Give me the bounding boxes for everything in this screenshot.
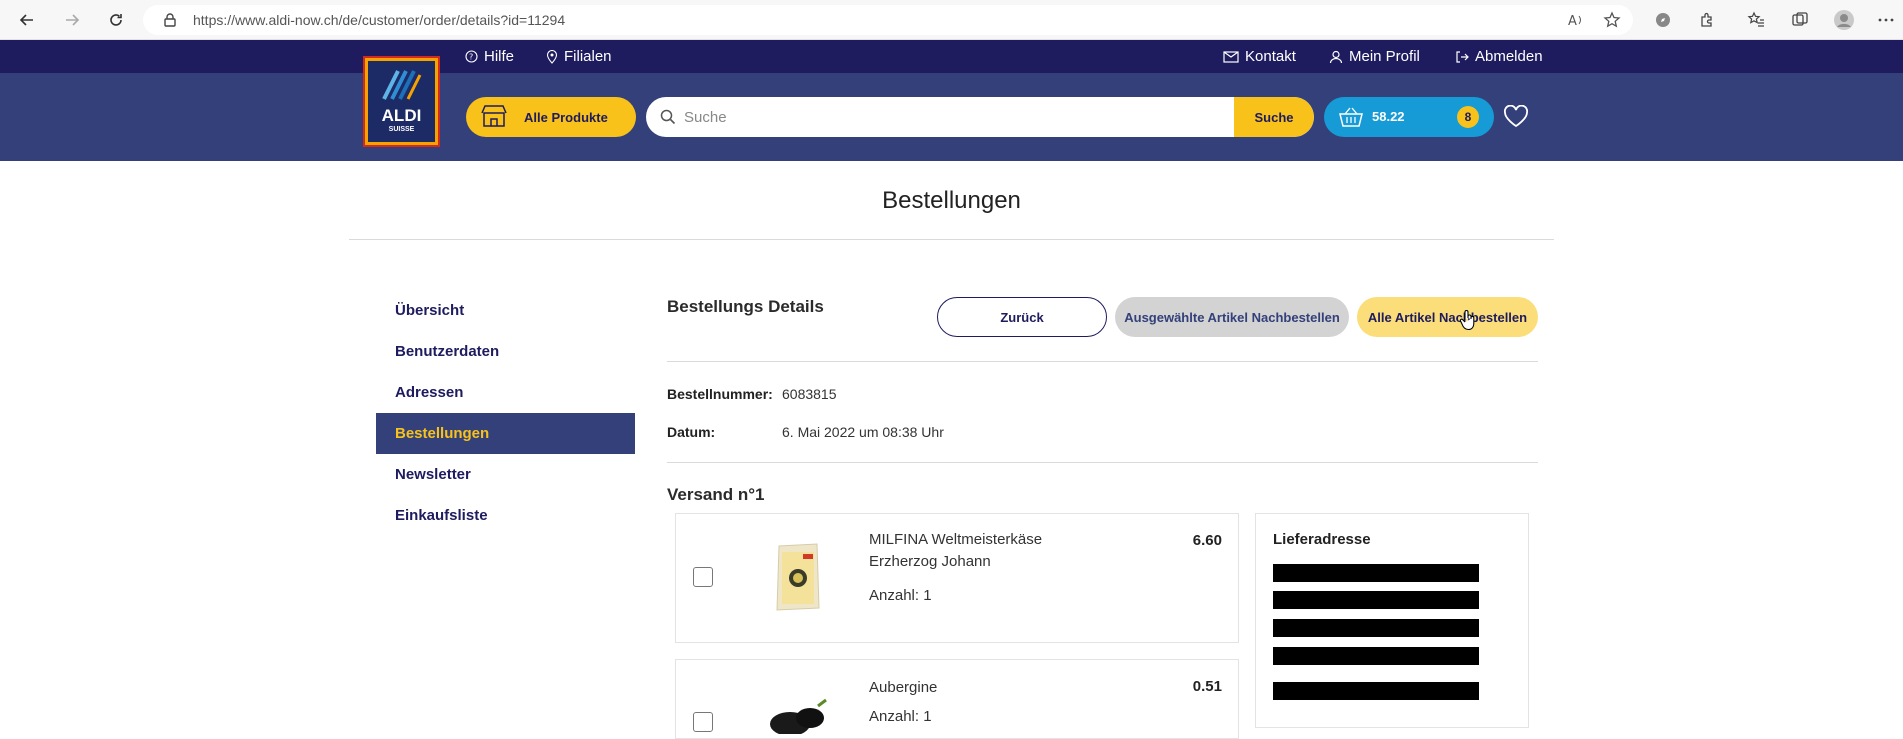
logo-subline: SUISSE <box>388 126 415 133</box>
help-link[interactable]: ? Hilfe <box>465 48 514 65</box>
item-select-checkbox[interactable] <box>693 712 713 732</box>
reorder-all-button[interactable]: Alle Artikel Nachbestellen <box>1357 297 1538 337</box>
aldi-logo[interactable]: ALDI SUISSE <box>363 56 440 147</box>
more-menu-icon[interactable] <box>1874 8 1898 32</box>
search-icon <box>660 109 676 125</box>
sidebar-item-addresses[interactable]: Adressen <box>376 372 635 413</box>
title-divider <box>349 239 1554 240</box>
item-name: Aubergine <box>869 679 938 696</box>
stores-link[interactable]: Filialen <box>546 48 612 65</box>
wishlist-heart-icon[interactable] <box>1503 105 1529 129</box>
details-divider-bottom <box>667 462 1538 463</box>
delivery-address-title: Lieferadresse <box>1273 531 1371 548</box>
reload-icon[interactable] <box>104 8 128 32</box>
item-quantity: Anzahl: 1 <box>869 587 932 604</box>
sidebar-item-orders[interactable]: Bestellungen <box>376 413 635 454</box>
cheese-product-image <box>776 543 820 611</box>
help-label: Hilfe <box>484 48 515 65</box>
envelope-icon <box>1223 50 1239 63</box>
order-number-value: 6083815 <box>782 386 837 402</box>
profile-avatar-icon[interactable] <box>1832 8 1856 32</box>
back-arrow-icon[interactable] <box>15 8 39 32</box>
logo-wordmark: ALDI <box>381 106 422 125</box>
logout-label: Abmelden <box>1475 48 1543 65</box>
logout-link[interactable]: Abmelden <box>1455 48 1543 65</box>
all-products-label: Alle Produkte <box>524 109 608 125</box>
logout-icon <box>1456 50 1469 63</box>
hand-cursor-icon <box>1459 310 1475 331</box>
favorites-list-icon[interactable] <box>1744 8 1768 32</box>
page-title: Bestellungen <box>882 187 1021 214</box>
redacted-address-line <box>1273 564 1479 582</box>
order-details-title: Bestellungs Details <box>667 297 824 316</box>
cart-count-badge: 8 <box>1457 106 1479 128</box>
order-item-card: Aubergine Anzahl: 1 0.51 <box>675 659 1239 739</box>
sidebar-item-overview[interactable]: Übersicht <box>376 290 635 331</box>
item-quantity: Anzahl: 1 <box>869 708 932 725</box>
puzzle-extensions-icon[interactable] <box>1695 8 1719 32</box>
contact-label: Kontakt <box>1245 48 1296 65</box>
shop-icon <box>481 105 507 127</box>
item-price: 0.51 <box>1192 678 1222 695</box>
browser-toolbar: https://www.aldi-now.ch/de/customer/orde… <box>0 0 1903 40</box>
item-select-checkbox[interactable] <box>693 567 713 587</box>
collections-icon[interactable] <box>1788 8 1812 32</box>
sidebar-item-newsletter[interactable]: Newsletter <box>376 454 635 495</box>
search-bar: Suche <box>646 97 1314 137</box>
profile-link[interactable]: Mein Profil <box>1329 48 1420 65</box>
profile-label: Mein Profil <box>1349 48 1420 65</box>
order-number-label: Bestellnummer: <box>667 386 773 402</box>
logo-stripes-icon <box>382 70 422 100</box>
svg-text:A: A <box>1568 14 1577 29</box>
lock-icon <box>164 13 176 32</box>
order-date-label: Datum: <box>667 424 716 440</box>
shipment-title: Versand n°1 <box>667 485 765 504</box>
url-text: https://www.aldi-now.ch/de/customer/orde… <box>193 12 566 28</box>
item-name: MILFINA Weltmeisterkäse Erzherzog Johann <box>869 531 1043 570</box>
stores-label: Filialen <box>564 48 612 65</box>
svg-text:?: ? <box>469 53 473 62</box>
cart-button[interactable]: 58.22 8 <box>1324 97 1494 137</box>
sidebar-item-user-data[interactable]: Benutzerdaten <box>376 331 635 372</box>
cart-total: 58.22 <box>1372 109 1405 124</box>
redacted-address-line <box>1273 682 1479 700</box>
account-sidebar: Übersicht Benutzerdaten Adressen Bestell… <box>376 290 635 536</box>
sidebar-item-shopping-list[interactable]: Einkaufsliste <box>376 495 635 536</box>
location-pin-icon <box>546 49 558 64</box>
favorite-star-icon[interactable] <box>1600 8 1624 32</box>
reorder-selected-button[interactable]: Ausgewählte Artikel Nachbestellen <box>1115 297 1349 337</box>
search-input[interactable] <box>684 97 1244 137</box>
search-button[interactable]: Suche <box>1234 97 1314 137</box>
top-utility-bar: ? Hilfe Filialen Kontakt Mein Profil Abm… <box>0 40 1903 73</box>
item-price: 6.60 <box>1192 532 1222 549</box>
order-item-card: MILFINA Weltmeisterkäse Erzherzog Johann… <box>675 513 1239 643</box>
eggplant-product-image <box>770 698 827 734</box>
all-products-button[interactable]: Alle Produkte <box>466 97 636 137</box>
redacted-address-line <box>1273 591 1479 609</box>
extension-compass-icon[interactable] <box>1651 8 1675 32</box>
question-icon: ? <box>465 50 478 63</box>
read-aloud-icon[interactable]: A <box>1564 8 1588 32</box>
details-divider-top <box>667 361 1538 362</box>
order-date-value: 6. Mai 2022 um 08:38 Uhr <box>782 424 944 440</box>
user-icon <box>1329 50 1343 63</box>
redacted-address-line <box>1273 647 1479 665</box>
delivery-address-card: Lieferadresse <box>1255 513 1529 728</box>
back-button[interactable]: Zurück <box>937 297 1107 337</box>
basket-icon <box>1339 107 1363 127</box>
redacted-address-line <box>1273 619 1479 637</box>
forward-arrow-icon[interactable] <box>60 8 84 32</box>
contact-link[interactable]: Kontakt <box>1223 48 1296 65</box>
